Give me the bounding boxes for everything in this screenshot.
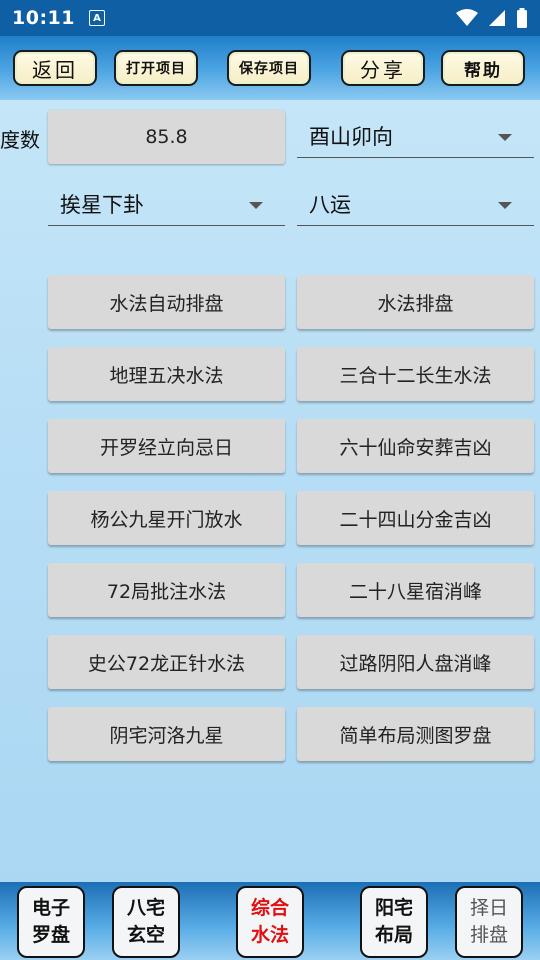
status-time: 10:11 [12,7,75,29]
nav-zeri-button[interactable]: 择日排盘 [455,886,523,958]
nav-compass-label: 电子罗盘 [31,897,70,946]
twenty-four-mountains-button[interactable]: 二十四山分金吉凶 [297,491,534,545]
five-judgment-water-button[interactable]: 地理五决水法 [48,347,285,401]
nav-water-label: 综合水法 [250,897,289,946]
degree-label: 度数 [0,128,40,152]
back-button[interactable]: 返回 [13,50,97,86]
nav-yangzhai-button[interactable]: 阳宅布局 [360,886,428,958]
nav-yangzhai-label: 阳宅布局 [374,897,413,946]
compass-taboo-day-button[interactable]: 开罗经立向忌日 [48,419,285,473]
yanggong-nine-star-button[interactable]: 杨公九星开门放水 [48,491,285,545]
chevron-down-icon [498,134,512,141]
passing-yinyang-button[interactable]: 过路阴阳人盘消峰 [297,635,534,689]
help-button[interactable]: 帮助 [441,50,525,86]
status-bar: 10:11 A [0,0,540,36]
period-dropdown[interactable]: 八运 [297,182,534,226]
bottom-nav: 电子罗盘 八宅玄空 综合水法 阳宅布局 择日排盘 [0,882,540,960]
seventy-two-annotation-button[interactable]: 72局批注水法 [48,563,285,617]
yinzhai-heluo-button[interactable]: 阴宅河洛九星 [48,707,285,761]
chevron-down-icon [249,202,263,209]
nav-bazhai-label: 八宅玄空 [126,897,165,946]
method-value: 挨星下卦 [60,192,144,217]
sanhe-twelve-longevity-button[interactable]: 三合十二长生水法 [297,347,534,401]
nav-compass-button[interactable]: 电子罗盘 [17,886,85,958]
shigong-72-dragon-button[interactable]: 史公72龙正针水法 [48,635,285,689]
notification-icon: A [88,10,105,26]
signal-icon [489,10,505,26]
nav-water-button[interactable]: 综合水法 [236,886,304,958]
open-project-button[interactable]: 打开项目 [114,50,198,86]
sixty-immortal-burial-button[interactable]: 六十仙命安葬吉凶 [297,419,534,473]
chevron-down-icon [498,202,512,209]
nav-bazhai-button[interactable]: 八宅玄空 [112,886,180,958]
simple-layout-compass-button[interactable]: 简单布局测图罗盘 [297,707,534,761]
battery-icon [517,8,527,28]
twenty-eight-mansions-button[interactable]: 二十八星宿消峰 [297,563,534,617]
water-chart-button[interactable]: 水法排盘 [297,275,534,329]
save-project-button[interactable]: 保存项目 [227,50,311,86]
status-icons [456,8,528,28]
period-value: 八运 [309,192,351,217]
top-toolbar: 返回 打开项目 保存项目 分享 帮助 [0,36,540,100]
method-dropdown[interactable]: 挨星下卦 [48,182,285,226]
water-auto-chart-button[interactable]: 水法自动排盘 [48,275,285,329]
direction-dropdown[interactable]: 酉山卯向 [297,114,534,158]
direction-value: 酉山卯向 [309,124,393,149]
degree-input[interactable]: 85.8 [48,110,285,164]
nav-zeri-label: 择日排盘 [469,897,508,946]
share-button[interactable]: 分享 [341,50,425,86]
wifi-icon [456,9,478,26]
